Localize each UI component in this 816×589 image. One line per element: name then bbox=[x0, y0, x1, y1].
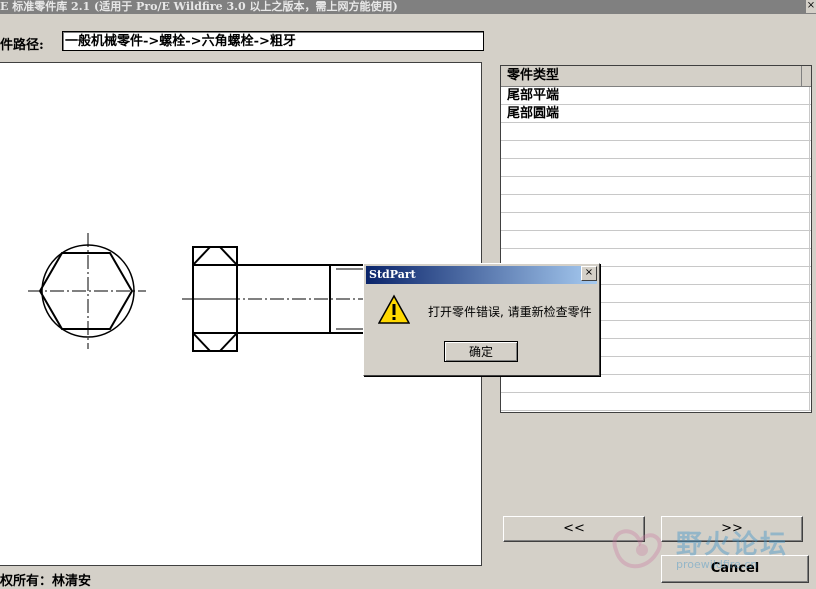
ok-button[interactable]: 确定 bbox=[444, 341, 518, 362]
empty-row bbox=[501, 123, 811, 141]
list-item-label: 尾部圆端 bbox=[507, 106, 560, 121]
dialog-message: 打开零件错误, 请重新检查零件 bbox=[428, 305, 592, 319]
empty-row bbox=[501, 141, 811, 159]
list-item[interactable]: 尾部平端 bbox=[501, 87, 811, 105]
watermark-text: 野火论坛 bbox=[676, 530, 789, 560]
empty-row bbox=[501, 375, 811, 393]
error-dialog: StdPart × 打开零件错误, 请重新检查零件 确定 bbox=[363, 263, 600, 376]
list-header[interactable]: 零件类型 bbox=[501, 66, 811, 87]
empty-row bbox=[501, 231, 811, 249]
window-title-bar: E 标准零件库 2.1 (适用于 Pro/E Wildfire 3.0 以上之版… bbox=[0, 0, 816, 14]
part-path-label: 件路径: bbox=[0, 38, 44, 53]
empty-row bbox=[501, 159, 811, 177]
list-item[interactable]: 尾部圆端 bbox=[501, 105, 811, 123]
list-header-label: 零件类型 bbox=[507, 68, 560, 83]
dialog-title: StdPart bbox=[369, 268, 416, 281]
empty-row bbox=[501, 213, 811, 231]
dialog-title-bar: StdPart bbox=[366, 266, 597, 284]
warning-icon bbox=[378, 294, 410, 324]
empty-row bbox=[501, 393, 811, 411]
window-title: E 标准零件库 2.1 (适用于 Pro/E Wildfire 3.0 以上之版… bbox=[0, 0, 398, 13]
list-item-label: 尾部平端 bbox=[507, 88, 560, 103]
dialog-close-button[interactable]: × bbox=[581, 266, 597, 281]
window-close-button[interactable]: × bbox=[806, 0, 816, 13]
watermark-url: proewildfire.cn bbox=[676, 558, 758, 571]
part-path-field[interactable]: 一般机械零件->螺栓->六角螺栓->粗牙 bbox=[62, 31, 484, 51]
empty-row bbox=[501, 177, 811, 195]
empty-row bbox=[501, 195, 811, 213]
copyright-owner: 权所有：林清安 bbox=[0, 574, 92, 589]
